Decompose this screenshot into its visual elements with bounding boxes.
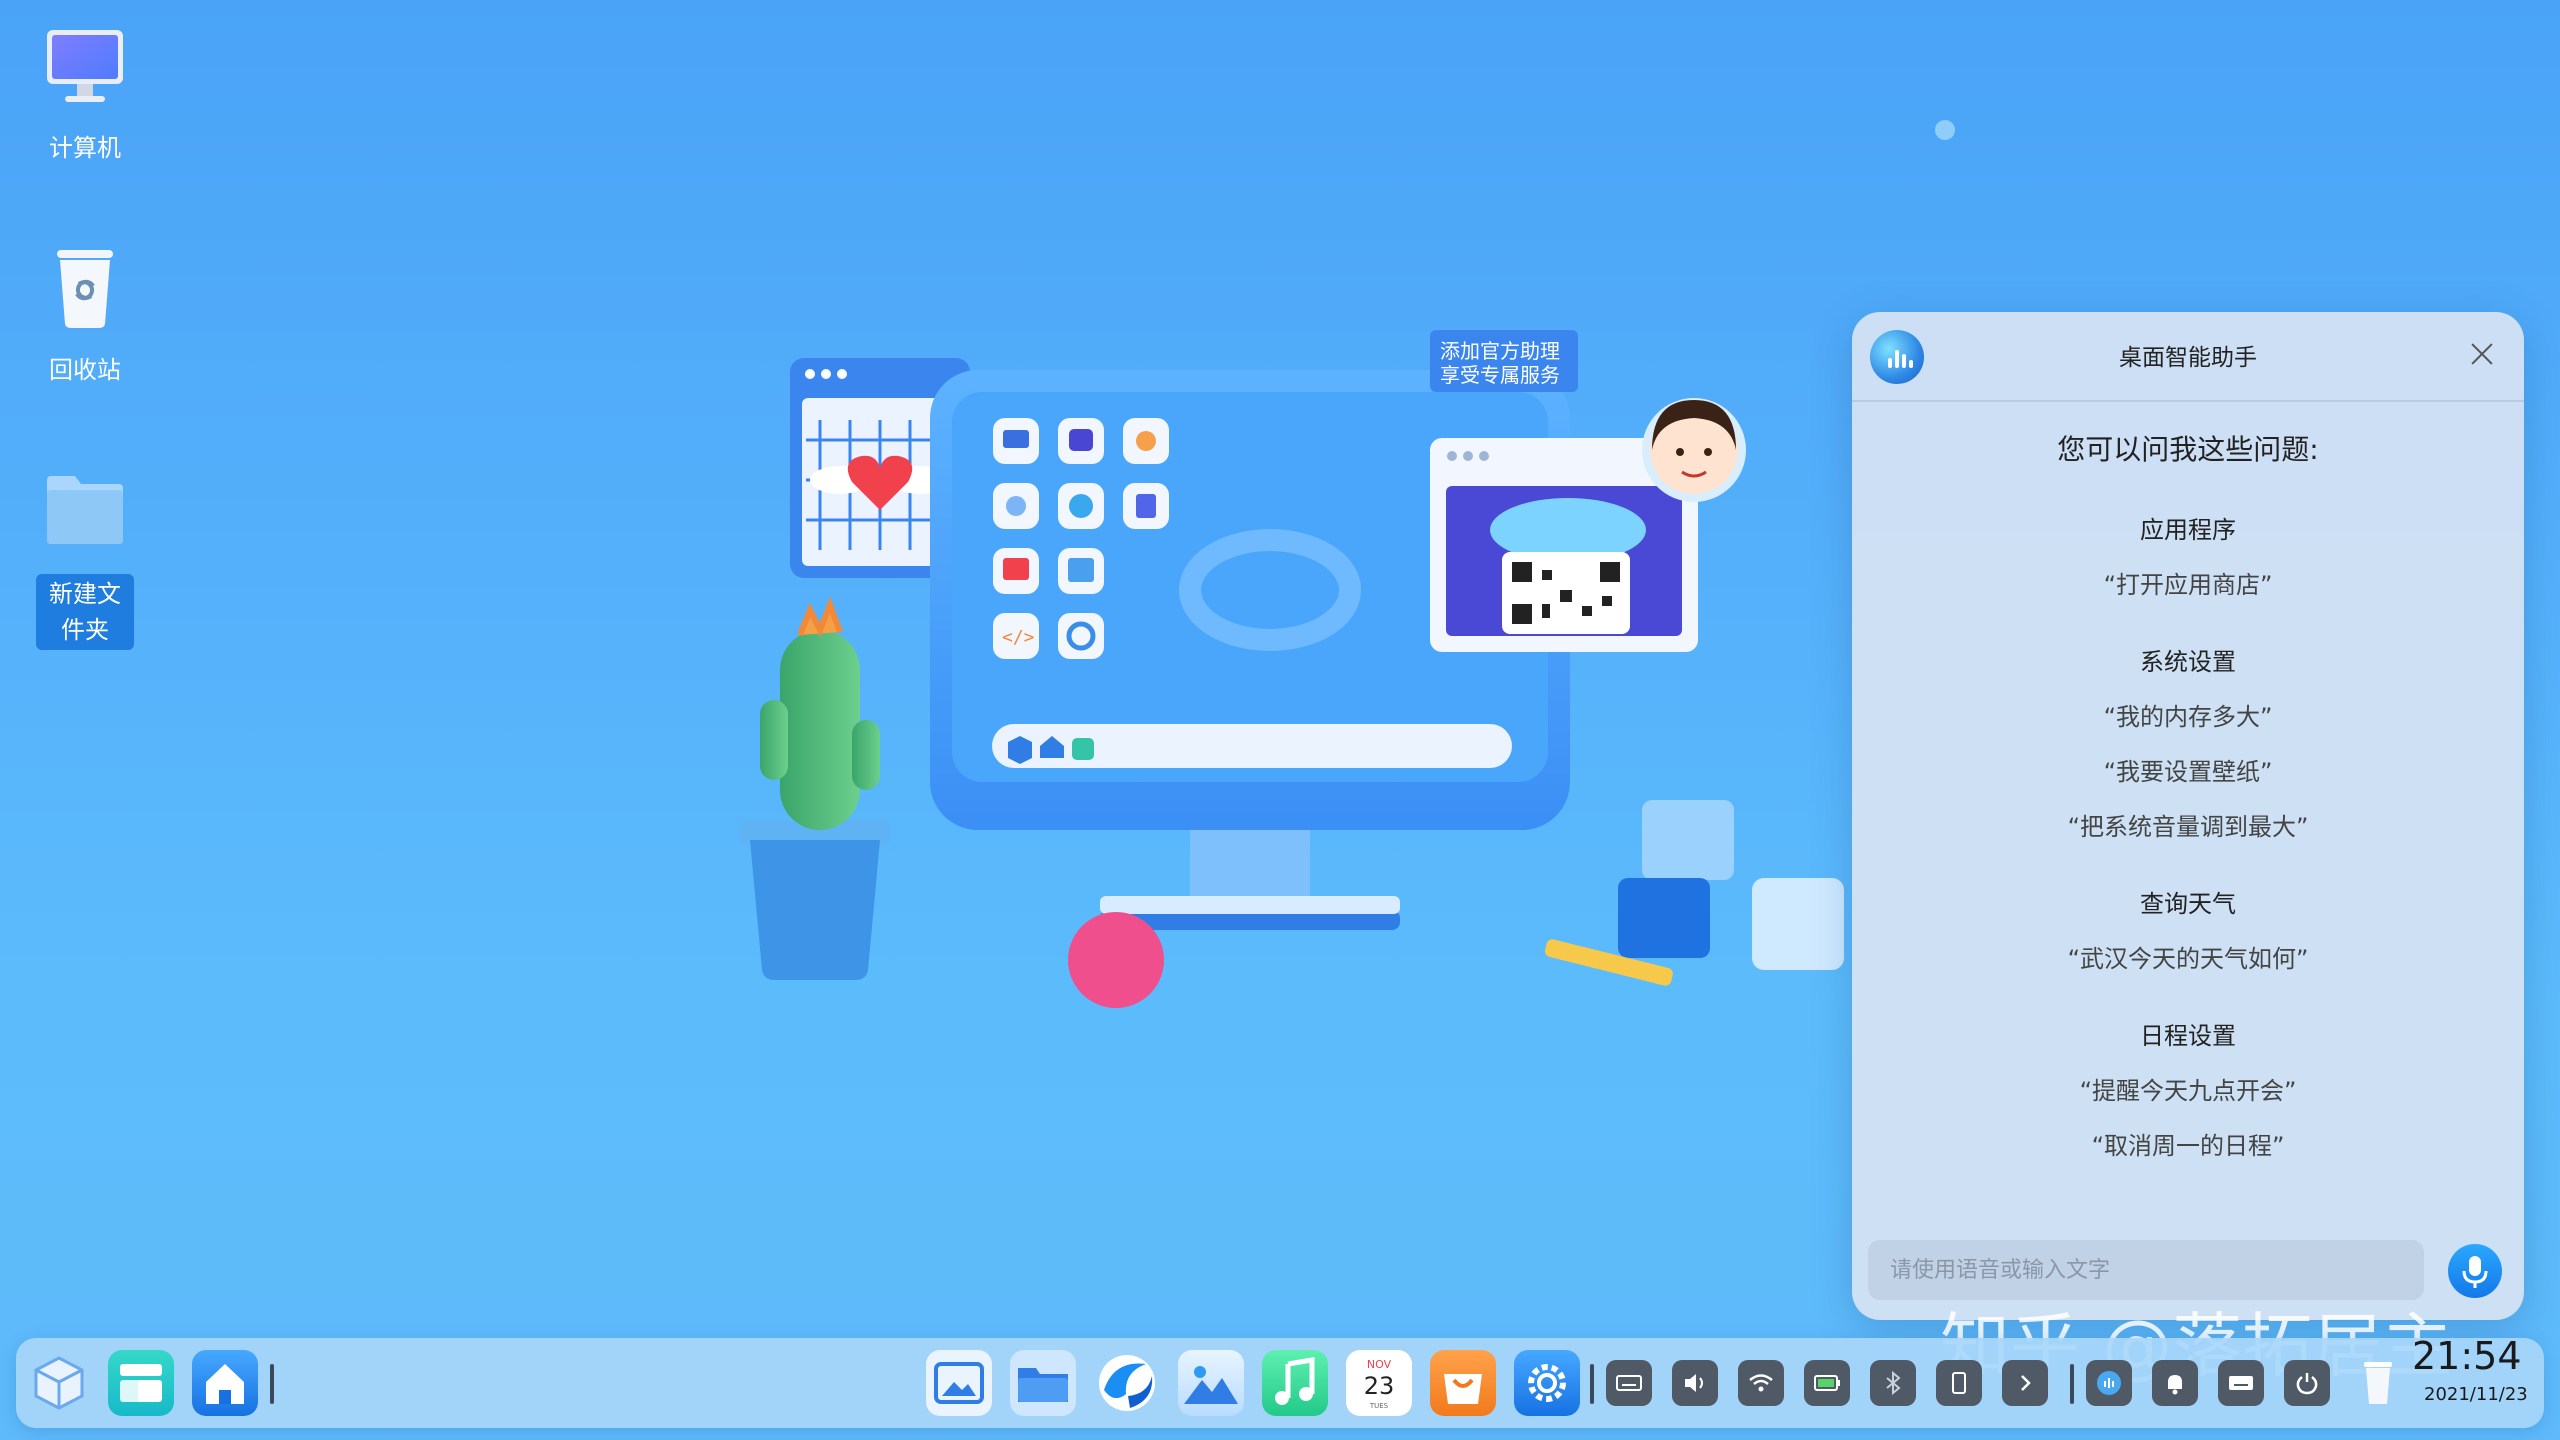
music-icon <box>1275 1357 1315 1405</box>
app-calendar[interactable]: NOV 23 TUES <box>1346 1350 1412 1416</box>
keyboard-icon <box>2229 1376 2253 1390</box>
desktop-icon-label: 计算机 <box>49 134 121 162</box>
desktop-icon-computer[interactable]: 计算机 <box>20 24 150 166</box>
assistant-question: 您可以问我这些问题: <box>2057 433 2319 466</box>
tray-keyboard[interactable] <box>1606 1360 1652 1406</box>
windows-icon <box>120 1364 162 1402</box>
folder-icon <box>43 468 127 552</box>
tray-notifications[interactable] <box>2152 1360 2198 1406</box>
wifi-icon <box>1749 1374 1773 1392</box>
computer-icon <box>43 24 127 108</box>
tray-battery[interactable] <box>1804 1360 1850 1406</box>
tray-phone[interactable] <box>1936 1360 1982 1406</box>
microphone-button[interactable] <box>2448 1244 2502 1298</box>
desktop-icon-label-selected: 新建文 件夹 <box>36 574 134 650</box>
phone-icon <box>1952 1372 1966 1394</box>
multitask-view-button[interactable] <box>108 1350 174 1416</box>
svg-text:TUES: TUES <box>1369 1402 1389 1410</box>
svg-text:NOV: NOV <box>1367 1358 1392 1371</box>
chevron-right-icon <box>2021 1375 2031 1391</box>
category-heading: 日程设置 <box>2140 1022 2236 1050</box>
category-heading: 查询天气 <box>2140 890 2236 918</box>
example-query[interactable]: “取消周一的日程” <box>1852 1126 2524 1161</box>
trash-icon <box>2364 1362 2392 1404</box>
clock-time[interactable]: 21:54 <box>2412 1334 2522 1378</box>
category-heading: 系统设置 <box>2140 648 2236 676</box>
app-store[interactable] <box>1430 1350 1496 1416</box>
home-button[interactable] <box>192 1350 258 1416</box>
assistant-header: 桌面智能助手 <box>1852 312 2524 402</box>
power-icon <box>2296 1373 2318 1395</box>
wallpaper-illustration: </> 添加官方助理 享受专属服务 <box>690 300 1870 1060</box>
assistant-body: 您可以问我这些问题: 应用程序 “打开应用商店” 系统设置 “我的内存多大” “… <box>1852 400 2524 1161</box>
example-query[interactable]: “打开应用商店” <box>1852 565 2524 600</box>
keyboard-icon <box>1616 1375 1642 1391</box>
taskbar-separator <box>2070 1364 2074 1404</box>
app-music[interactable] <box>1262 1350 1328 1416</box>
trash-icon <box>43 246 127 330</box>
tray-trash[interactable] <box>2356 1358 2400 1408</box>
tray-expand[interactable] <box>2002 1360 2048 1406</box>
tray-power[interactable] <box>2284 1360 2330 1406</box>
image-icon <box>1184 1366 1238 1404</box>
banner-text: 添加官方助理 <box>1440 339 1560 363</box>
assistant-icon <box>2097 1371 2121 1395</box>
shopping-bag-icon <box>1444 1374 1482 1404</box>
browser-icon <box>1099 1355 1155 1411</box>
cube-icon <box>34 1356 84 1410</box>
volume-icon <box>1685 1374 1703 1392</box>
close-icon[interactable] <box>2466 338 2498 370</box>
bluetooth-icon <box>1886 1370 1901 1396</box>
bell-icon <box>2168 1375 2182 1395</box>
taskbar-separator <box>1590 1364 1594 1404</box>
battery-icon <box>1814 1375 1840 1391</box>
svg-text:享受专属服务: 享受专属服务 <box>1440 363 1560 387</box>
decorative-dot <box>1935 120 1955 140</box>
screenshot-icon <box>934 1362 984 1404</box>
taskbar: NOV 23 TUES <box>16 1338 2544 1428</box>
tray-assistant[interactable] <box>2086 1360 2132 1406</box>
folder-icon <box>1018 1368 1068 1402</box>
desktop-icon-new-folder[interactable]: 新建文 件夹 <box>20 468 150 650</box>
gear-icon <box>1528 1364 1566 1402</box>
desktop-icon-label: 回收站 <box>49 356 121 384</box>
home-icon <box>206 1364 244 1404</box>
example-query[interactable]: “提醒今天九点开会” <box>1852 1071 2524 1106</box>
app-file-manager[interactable] <box>1010 1350 1076 1416</box>
tray-wifi[interactable] <box>1738 1360 1784 1406</box>
app-gallery[interactable] <box>1178 1350 1244 1416</box>
app-screenshot[interactable] <box>926 1350 992 1416</box>
svg-text:23: 23 <box>1364 1372 1395 1400</box>
category-heading: 应用程序 <box>2140 516 2236 544</box>
tray-bluetooth[interactable] <box>1870 1360 1916 1406</box>
tray-volume[interactable] <box>1672 1360 1718 1406</box>
microphone-icon <box>2462 1256 2488 1288</box>
example-query[interactable]: “我的内存多大” <box>1852 697 2524 732</box>
smart-assistant-panel: 桌面智能助手 您可以问我这些问题: 应用程序 “打开应用商店” 系统设置 “我的… <box>1852 312 2524 1320</box>
taskbar-separator <box>270 1364 274 1404</box>
example-query[interactable]: “我要设置壁纸” <box>1852 752 2524 787</box>
example-query[interactable]: “武汉今天的天气如何” <box>1852 939 2524 974</box>
desktop-icon-trash[interactable]: 回收站 <box>20 246 150 388</box>
app-settings[interactable] <box>1514 1350 1580 1416</box>
example-query[interactable]: “把系统音量调到最大” <box>1852 807 2524 842</box>
clock-date[interactable]: 2021/11/23 <box>2424 1384 2528 1405</box>
launcher-button[interactable] <box>26 1350 92 1416</box>
calendar-icon: NOV 23 TUES <box>1364 1358 1395 1410</box>
app-browser[interactable] <box>1094 1350 1160 1416</box>
svg-text:</>: </> <box>1002 627 1035 648</box>
assistant-title: 桌面智能助手 <box>2119 345 2257 371</box>
tray-input-method[interactable] <box>2218 1360 2264 1406</box>
